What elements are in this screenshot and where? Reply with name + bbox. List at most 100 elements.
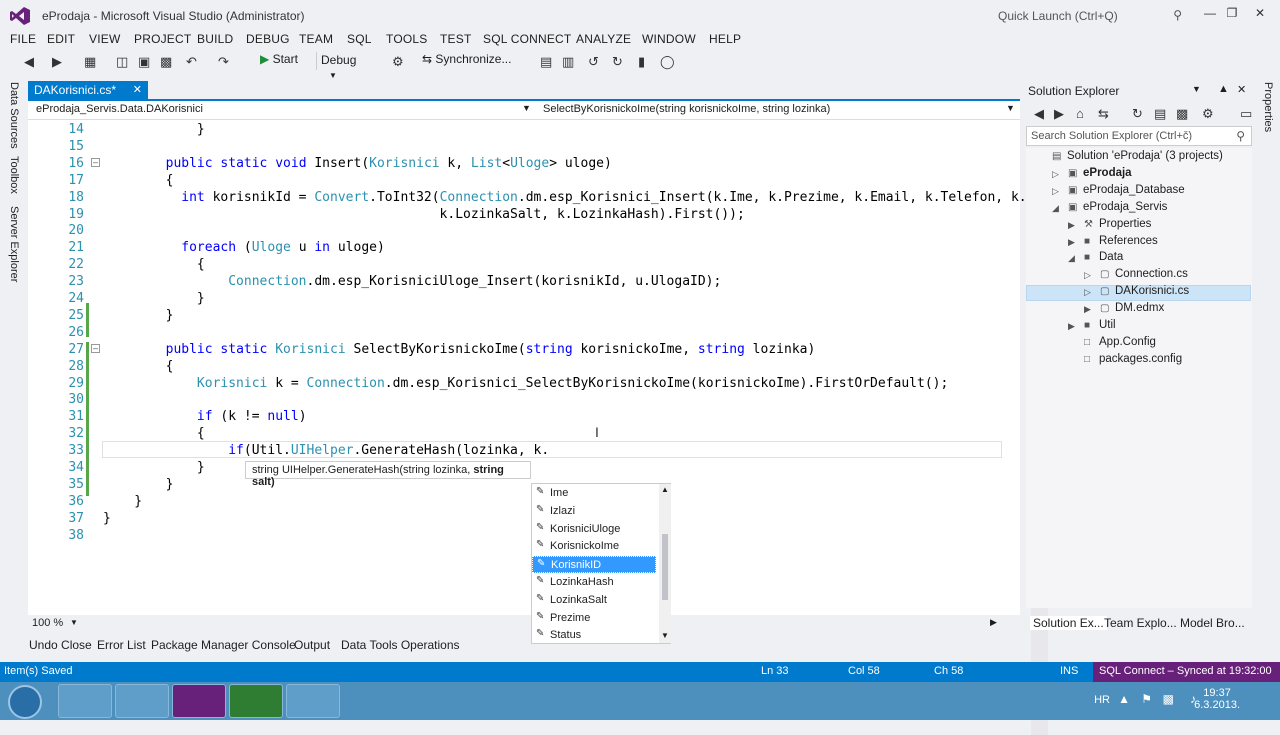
solution-explorer-tab[interactable]: Solution Ex... [1030, 616, 1107, 630]
comment-icon[interactable]: ▤ [540, 54, 552, 70]
save-all-icon[interactable]: ▩ [160, 54, 172, 70]
chrome-icon[interactable] [115, 684, 169, 718]
forward-icon[interactable]: ▶ [1054, 106, 1064, 122]
next-bookmark-icon[interactable]: ↻ [612, 54, 623, 70]
back-icon[interactable]: ◀ [24, 54, 34, 70]
team-explorer-tab[interactable]: Team Explo... [1104, 616, 1177, 630]
pin-icon[interactable]: ▲ [1218, 83, 1229, 95]
tree-expander-icon[interactable]: ◢ [1052, 203, 1059, 214]
intellisense-item[interactable]: ✎ KorisnikID [532, 556, 656, 574]
tree-item[interactable]: ▤ Solution 'eProdaja' (3 projects) [1052, 150, 1223, 162]
tree-expander-icon[interactable]: ▷ [1084, 287, 1091, 298]
scroll-up-icon[interactable]: ▲ [661, 485, 669, 494]
intellisense-item[interactable]: ✎ LozinkaHash [532, 574, 656, 591]
undo-icon[interactable]: ↶ [186, 54, 197, 70]
close-icon[interactable]: ✕ [1237, 83, 1246, 96]
intellisense-item[interactable]: ✎ Ime [532, 485, 656, 502]
tree-item[interactable]: ▢ DAKorisnici.cs [1100, 285, 1189, 297]
member-dropdown[interactable]: SelectByKorisnickoIme(string korisnickoI… [543, 103, 830, 115]
tree-item[interactable]: ▣ eProdaja_Database [1068, 184, 1185, 196]
intellisense-item[interactable]: ✎ KorisnickoIme [532, 538, 656, 555]
server-explorer-tab[interactable]: Server Explorer [8, 206, 20, 282]
solution-search-input[interactable]: Search Solution Explorer (Ctrl+č) ⚲ [1026, 126, 1252, 146]
tree-item[interactable]: ▢ DM.edmx [1100, 302, 1164, 314]
tool-app-icon[interactable] [229, 684, 283, 718]
bookmark-icon[interactable]: ↺ [588, 54, 599, 70]
prev-bookmark-icon[interactable]: ◯ [660, 54, 675, 70]
tree-expander-icon[interactable]: ▶ [1068, 321, 1075, 332]
data-tools-operations-tab[interactable]: Data Tools Operations [341, 638, 460, 652]
new-project-icon[interactable]: ▦ [84, 54, 96, 70]
output-tab[interactable]: Output [294, 638, 330, 652]
tree-item[interactable]: ■ Util [1084, 319, 1116, 331]
redo-icon[interactable]: ↷ [218, 54, 229, 70]
tree-expander-icon[interactable]: ▶ [1084, 304, 1091, 315]
menu-project[interactable]: PROJECT [134, 32, 191, 46]
tree-item[interactable]: ■ References [1084, 235, 1158, 247]
forward-icon[interactable]: ▶ [52, 54, 62, 70]
intellisense-item[interactable]: ✎ Prezime [532, 610, 656, 627]
properties-icon[interactable]: ⚙ [1202, 106, 1214, 122]
maximize-button[interactable]: ❐ [1222, 6, 1242, 24]
action-center-icon[interactable]: ⚑ [1141, 692, 1152, 706]
tree-expander-icon[interactable]: ◢ [1068, 253, 1075, 264]
tree-item[interactable]: ■ Data [1084, 251, 1123, 263]
quick-launch-input[interactable]: Quick Launch (Ctrl+Q) ⚲ [990, 5, 1190, 27]
tree-expander-icon[interactable]: ▷ [1084, 270, 1091, 281]
menu-sql-connect[interactable]: SQL CONNECT [483, 32, 571, 46]
menu-team[interactable]: TEAM [299, 32, 333, 46]
file-explorer-icon[interactable] [58, 684, 112, 718]
start-debugging-button[interactable]: ▶ Start [260, 52, 298, 66]
document-tab-dakorisnici[interactable]: DAKorisnici.cs* ✕ [28, 81, 148, 99]
scroll-right-icon[interactable]: ▶ [990, 617, 997, 628]
tree-expander-icon[interactable]: ▶ [1068, 220, 1075, 231]
refresh-icon[interactable]: ↻ [1132, 106, 1143, 122]
close-window-button[interactable]: ✕ [1250, 6, 1270, 24]
tree-item[interactable]: ▢ Connection.cs [1100, 268, 1188, 280]
properties-tab[interactable]: Properties [1262, 82, 1274, 132]
tree-item[interactable]: ▣ eProdaja_Servis [1068, 201, 1167, 213]
menu-edit[interactable]: EDIT [47, 32, 75, 46]
tree-item[interactable]: ▣ eProdaja [1068, 167, 1132, 179]
visual-studio-taskbar-icon[interactable] [172, 684, 226, 718]
menu-help[interactable]: HELP [709, 32, 741, 46]
solution-configuration-dropdown[interactable]: Debug ▼ [316, 52, 376, 80]
menu-analyze[interactable]: ANALYZE [576, 32, 631, 46]
intellisense-scrollbar[interactable]: ▲ ▼ [659, 484, 671, 643]
menu-build[interactable]: BUILD [197, 32, 233, 46]
paint-app-icon[interactable] [286, 684, 340, 718]
home-icon[interactable]: ⌂ [1076, 106, 1084, 121]
collapse-all-icon[interactable]: ▤ [1154, 106, 1166, 122]
menu-sql[interactable]: SQL [347, 32, 372, 46]
type-dropdown[interactable]: eProdaja_Servis.Data.DAKorisnici [36, 103, 203, 115]
save-icon[interactable]: ▣ [138, 54, 150, 70]
intellisense-list[interactable]: ✎ Ime ✎ Izlazi ✎ KorisniciUloge ✎ KorisnickoIme… [531, 483, 671, 644]
menu-window[interactable]: WINDOW [642, 32, 696, 46]
intellisense-item[interactable]: ✎ LozinkaSalt [532, 592, 656, 609]
network-icon[interactable]: ▩ [1163, 692, 1174, 706]
tree-expander-icon[interactable]: ▷ [1052, 186, 1059, 197]
chevron-down-icon[interactable]: ▼ [1192, 84, 1201, 94]
package-manager-console-tab[interactable]: Package Manager Console [151, 638, 296, 652]
collapse-icon[interactable]: – [91, 344, 100, 353]
preview-icon[interactable]: ▭ [1240, 106, 1252, 122]
undo-close-tab[interactable]: Undo Close [29, 638, 92, 652]
synchronize-button[interactable]: ⇆ Synchronize... [422, 52, 511, 66]
scroll-thumb[interactable] [662, 534, 668, 600]
menu-file[interactable]: FILE [10, 32, 36, 46]
toggle-bookmark-icon[interactable]: ▮ [638, 54, 645, 70]
back-icon[interactable]: ◀ [1034, 106, 1044, 122]
menu-tools[interactable]: TOOLS [386, 32, 427, 46]
data-sources-tab[interactable]: Data Sources [8, 82, 20, 149]
tree-item[interactable]: □ App.Config [1084, 336, 1156, 348]
error-list-tab[interactable]: Error List [97, 638, 146, 652]
menu-test[interactable]: TEST [440, 32, 471, 46]
find-in-files-icon[interactable]: ⚙ [392, 54, 404, 70]
collapse-icon[interactable]: – [91, 158, 100, 167]
minimize-button[interactable]: — [1200, 6, 1220, 24]
system-clock[interactable]: 19:37 6.3.2013. [1194, 687, 1240, 711]
tree-item[interactable]: ⚒ Properties [1084, 218, 1151, 230]
open-file-icon[interactable]: ◫ [116, 54, 128, 70]
close-icon[interactable]: ✕ [133, 83, 142, 96]
code-editor[interactable]: – – 14 } 15 16 public static void Insert(K… [28, 120, 1048, 735]
